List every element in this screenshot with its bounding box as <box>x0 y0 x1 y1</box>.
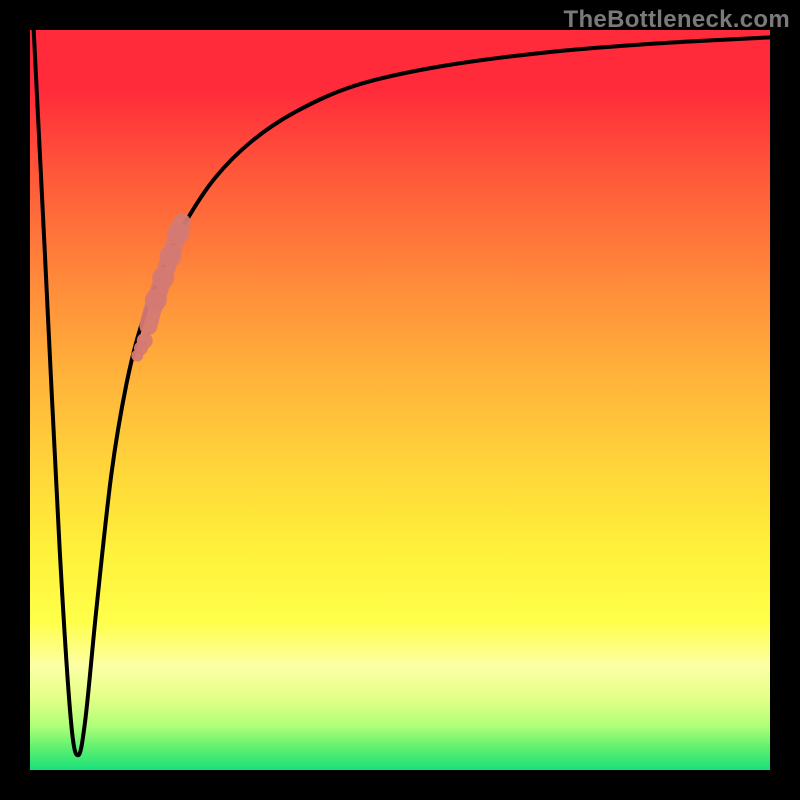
watermark-label: TheBottleneck.com <box>564 6 790 34</box>
chart-plot-area <box>30 30 770 770</box>
bottleneck-curve <box>34 30 770 755</box>
chart-svg <box>30 30 770 770</box>
highlight-dots <box>131 222 189 361</box>
chart-frame: TheBottleneck.com <box>0 0 800 800</box>
